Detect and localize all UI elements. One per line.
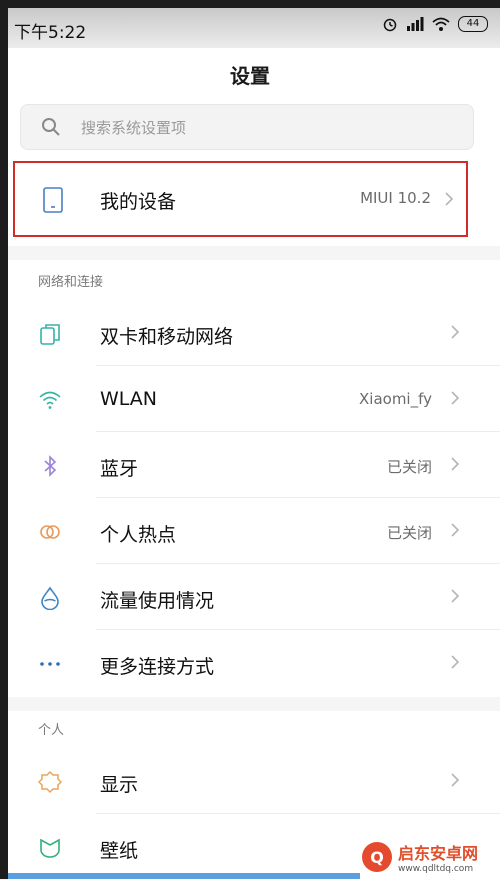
- bluetooth-item[interactable]: 蓝牙 已关闭: [8, 434, 500, 498]
- chevron-right-icon: [451, 589, 460, 603]
- more-dots-icon: [40, 662, 60, 666]
- data-usage-label: 流量使用情况: [100, 590, 215, 612]
- search-icon: [42, 118, 60, 136]
- chevron-right-icon: [451, 391, 460, 405]
- section-personal-header: 个人: [8, 712, 500, 744]
- more-connections-label: 更多连接方式: [100, 656, 215, 678]
- search-placeholder: 搜索系统设置项: [81, 119, 187, 137]
- hotspot-icon: [40, 525, 60, 539]
- phone-icon: [43, 187, 63, 213]
- my-device-value: MIUI 10.2: [360, 189, 431, 207]
- search-input[interactable]: 搜索系统设置项: [20, 104, 474, 150]
- status-time: 下午5:22: [14, 23, 87, 43]
- more-connections-item[interactable]: 更多连接方式: [8, 632, 500, 696]
- chevron-right-icon: [451, 325, 460, 339]
- status-icons: 44: [382, 16, 488, 32]
- hotspot-label: 个人热点: [100, 524, 177, 546]
- divider: [96, 431, 500, 432]
- bluetooth-icon: [44, 455, 57, 477]
- my-device-item[interactable]: 我的设备 MIUI 10.2: [13, 161, 468, 237]
- wlan-item[interactable]: WLAN Xiaomi_fy: [8, 368, 500, 432]
- divider: [96, 563, 500, 564]
- section-network-header: 网络和连接: [8, 264, 500, 296]
- screen-frame-left: [0, 0, 8, 879]
- bluetooth-value: 已关闭: [386, 458, 432, 476]
- data-usage-item[interactable]: 流量使用情况: [8, 566, 500, 630]
- signal-icon: [407, 17, 424, 31]
- divider: [96, 629, 500, 630]
- wlan-label: WLAN: [100, 388, 158, 410]
- wifi-icon: [39, 391, 61, 409]
- wifi-status-icon: [432, 17, 450, 31]
- section-personal-title: 个人: [38, 723, 65, 738]
- wallpaper-label: 壁纸: [100, 840, 139, 862]
- section-gap: [8, 246, 500, 260]
- alarm-icon: [383, 18, 397, 32]
- watermark-url: www.qdltdq.com: [398, 864, 474, 874]
- screen-frame-top: [0, 0, 500, 8]
- bluetooth-label: 蓝牙: [100, 458, 139, 480]
- chevron-right-icon: [451, 773, 460, 787]
- page-title: 设置: [230, 64, 270, 88]
- battery-indicator: 44: [458, 16, 488, 32]
- section-network-title: 网络和连接: [38, 275, 104, 290]
- chevron-right-icon: [451, 523, 460, 537]
- wlan-value: Xiaomi_fy: [359, 390, 432, 408]
- taskbar-strip: [8, 873, 360, 879]
- chevron-right-icon: [451, 457, 460, 471]
- section-gap: [8, 697, 500, 711]
- chevron-right-icon: [451, 655, 460, 669]
- site-watermark: Q 启东安卓网 www.qdltdq.com: [362, 837, 492, 877]
- sim-card-icon: [40, 324, 60, 345]
- divider: [96, 813, 500, 814]
- wallpaper-icon: [40, 838, 60, 858]
- display-label: 显示: [100, 774, 139, 796]
- chevron-right-icon: [445, 192, 454, 206]
- hotspot-value: 已关闭: [386, 524, 432, 542]
- hotspot-item[interactable]: 个人热点 已关闭: [8, 500, 500, 564]
- status-bar: 下午5:22 44: [8, 8, 500, 48]
- display-item[interactable]: 显示: [8, 750, 500, 814]
- watermark-logo: Q: [362, 842, 392, 872]
- settings-screen: 下午5:22 44 设置 搜索系统设置项 我的设备 MIUI 10.2 网络和连…: [0, 0, 500, 880]
- watermark-name: 启东安卓网: [398, 844, 479, 863]
- brightness-icon: [38, 770, 62, 794]
- sim-network-label: 双卡和移动网络: [100, 326, 234, 348]
- water-drop-icon: [41, 586, 59, 610]
- divider: [96, 365, 500, 366]
- my-device-label: 我的设备: [100, 191, 177, 213]
- divider: [96, 497, 500, 498]
- sim-network-item[interactable]: 双卡和移动网络: [8, 302, 500, 366]
